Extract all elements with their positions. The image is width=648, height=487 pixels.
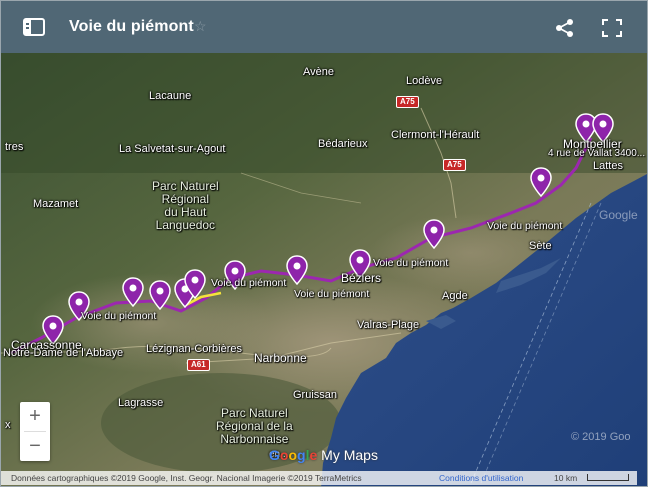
terms-link[interactable]: Conditions d'utilisation	[439, 471, 523, 485]
zoom-control: + −	[20, 402, 50, 461]
town-label: Clermont-l'Hérault	[391, 129, 480, 141]
route-label: Voie du piémont	[373, 257, 449, 269]
road-shield: A75	[443, 159, 466, 171]
town-label: Bédarieux	[318, 138, 368, 150]
waypoint-pin[interactable]	[286, 255, 308, 285]
waypoint-pin[interactable]	[122, 277, 144, 307]
scale-bar	[587, 474, 629, 481]
town-label: Narbonne	[254, 351, 307, 365]
waypoint-pin[interactable]	[149, 280, 171, 310]
town-label: Avène	[303, 66, 334, 78]
satellite-map[interactable]: Avène Lodève Lacaune Clermont-l'Hérault …	[1, 53, 648, 487]
town-label: Lacaune	[149, 90, 192, 102]
map-window: Voie du piémont ☆ Avène Lodève Lacaune C…	[0, 0, 648, 487]
road-shield: A75	[396, 96, 419, 108]
route-label: Voie du piémont	[211, 277, 287, 289]
map-title: Voie du piémont	[69, 18, 194, 35]
copyright-watermark: © 2019 Goo	[571, 431, 631, 443]
attribution-text: Données cartographiques ©2019 Google, In…	[11, 473, 362, 483]
town-label: Béziers	[341, 271, 382, 285]
region-label-narbonnaise: Parc Naturel Régional de la Narbonnaise	[216, 406, 293, 446]
town-label: Mazamet	[33, 198, 79, 210]
route-label: Voie du piémont	[294, 288, 370, 300]
town-label: Gruissan	[293, 389, 338, 401]
waypoint-pin[interactable]	[423, 219, 445, 249]
region-label-haut-languedoc: Parc Naturel Régional du Haut Languedoc	[152, 179, 219, 232]
town-label: Lézignan-Corbières	[146, 343, 242, 355]
town-label: Lattes	[593, 160, 623, 172]
address-label: 4 rue de Vallat 3400...	[548, 148, 646, 159]
scale-label: 10 km	[554, 473, 578, 483]
star-icon[interactable]: ☆	[194, 18, 207, 35]
google-my-maps-logo[interactable]: Google My Maps	[269, 447, 378, 463]
fullscreen-icon[interactable]	[602, 19, 622, 37]
town-label: tres	[5, 141, 24, 153]
share-icon[interactable]	[555, 18, 575, 38]
town-label: Notre-Dame de l'Abbaye	[3, 347, 124, 359]
town-label: Valras-Plage	[357, 319, 420, 331]
town-label: Lagrasse	[118, 397, 164, 409]
town-label: La Salvetat-sur-Agout	[119, 143, 226, 155]
route-label: Voie du piémont	[487, 220, 563, 232]
zoom-out-button[interactable]: −	[20, 432, 50, 461]
town-label: Sète	[529, 240, 552, 252]
waypoint-pin[interactable]	[184, 269, 206, 299]
town-label: x	[5, 419, 11, 431]
zoom-in-button[interactable]: +	[20, 402, 50, 431]
road-shield: A61	[187, 359, 210, 371]
route-line[interactable]	[1, 53, 648, 487]
map-footer: Données cartographiques ©2019 Google, In…	[1, 471, 637, 485]
waypoint-pin[interactable]	[530, 167, 552, 197]
sidebar-toggle-icon[interactable]	[23, 18, 45, 36]
route-label: Voie du piémont	[81, 310, 157, 322]
google-watermark: Google	[599, 208, 638, 222]
town-label: Lodève	[406, 75, 443, 87]
map-header: Voie du piémont ☆	[1, 1, 647, 53]
town-label: Agde	[442, 290, 468, 302]
